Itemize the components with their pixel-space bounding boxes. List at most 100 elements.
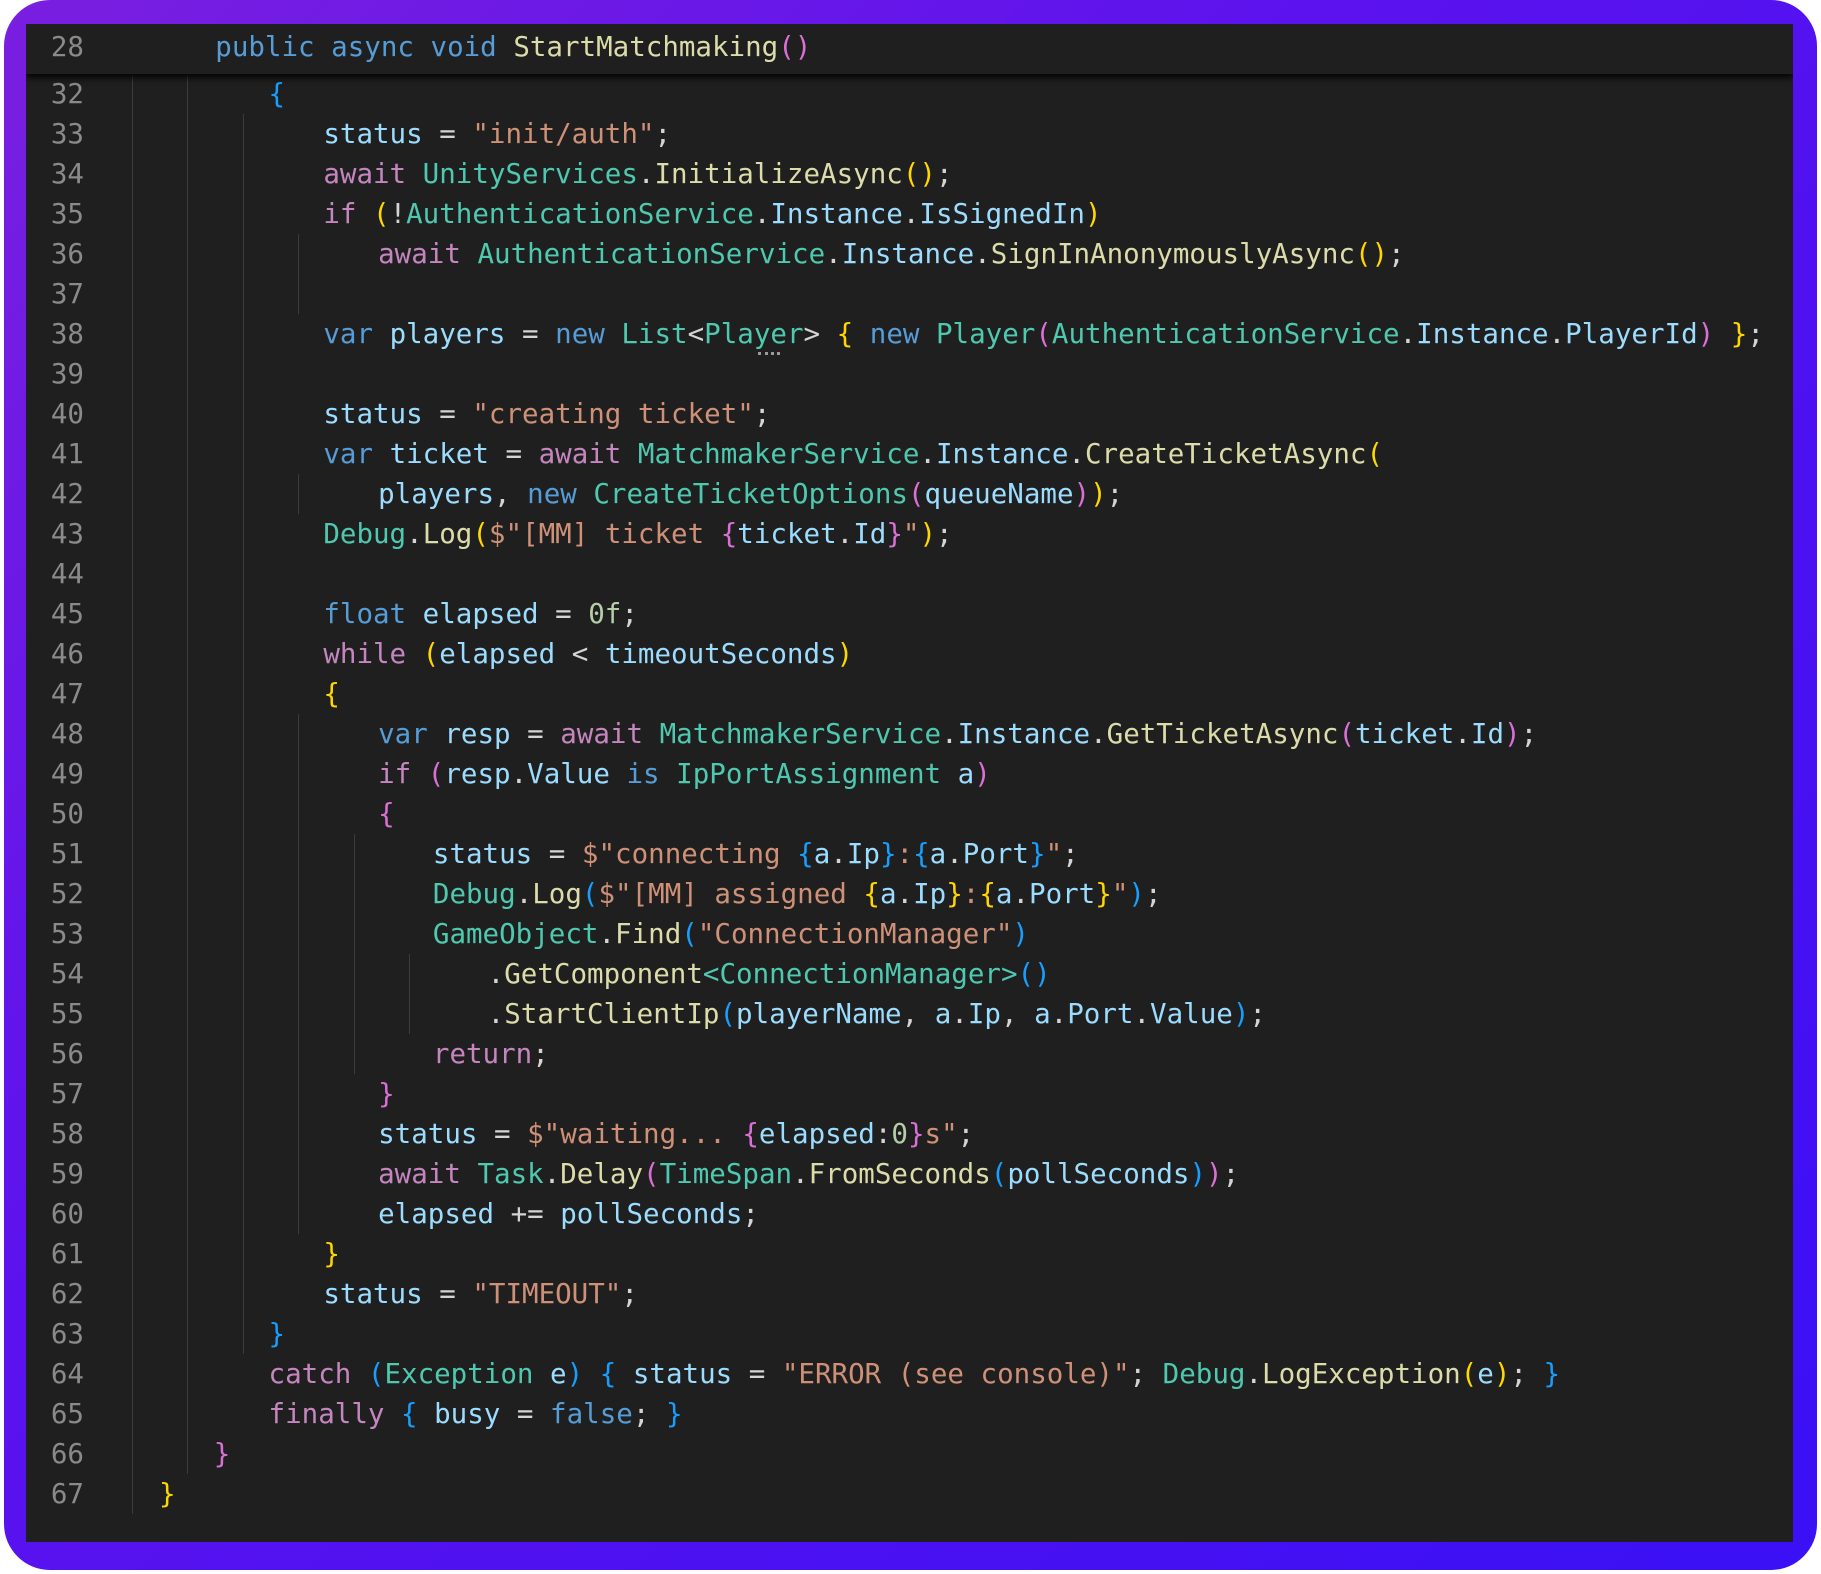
code-line[interactable]: 50 { <box>26 794 1793 834</box>
code-line[interactable]: 60 elapsed += pollSeconds; <box>26 1194 1793 1234</box>
line-number: 54 <box>50 958 84 990</box>
line-code: if (!AuthenticationService.Instance.IsSi… <box>323 194 1101 234</box>
code-line[interactable]: 52 Debug.Log($"[MM] assigned {a.Ip}:{a.Po… <box>26 874 1793 914</box>
code-token: a <box>929 838 947 870</box>
line-number: 32 <box>50 78 84 110</box>
code-token: ( <box>472 518 489 550</box>
code-line[interactable]: 36 await AuthenticationService.Instance.S… <box>26 234 1793 274</box>
code-editor[interactable]: 28 public async void StartMatchmaking() 3… <box>26 24 1793 1542</box>
code-token: new <box>527 478 594 510</box>
code-token: Ip <box>846 838 880 870</box>
code-token: , <box>901 998 935 1030</box>
code-line[interactable]: 33 status = "init/auth"; <box>26 114 1793 154</box>
code-line[interactable]: 61} <box>26 1234 1793 1274</box>
warning-squiggle[interactable] <box>758 346 780 355</box>
code-token: Id <box>1470 718 1505 750</box>
code-line[interactable]: 41 var ticket = await MatchmakerService.I… <box>26 434 1793 474</box>
line-number: 34 <box>50 158 84 190</box>
code-line[interactable]: 66} <box>26 1434 1793 1474</box>
sticky-scroll-header[interactable]: 28 public async void StartMatchmaking() <box>26 24 1793 74</box>
code-token: : <box>874 1118 892 1150</box>
code-token: await <box>378 1158 478 1190</box>
code-line[interactable]: 59 await Task.Delay(TimeSpan.FromSeconds(… <box>26 1154 1793 1194</box>
code-line[interactable]: 51 status = $"connecting {a.Ip}:{a.Port}"… <box>26 834 1793 874</box>
code-token: = <box>732 1358 782 1390</box>
code-line[interactable]: 40 status = "creating ticket"; <box>26 394 1793 434</box>
code-line[interactable]: 55 .StartClientIp(playerName, a.Ip, a.Por… <box>26 994 1793 1034</box>
code-token: < <box>555 638 605 670</box>
code-line[interactable]: 67} <box>26 1474 1793 1514</box>
code-line[interactable]: 45 float elapsed = 0f; <box>26 594 1793 634</box>
code-line[interactable]: 46 while (elapsed < timeoutSeconds) <box>26 634 1793 674</box>
sticky-code[interactable]: public async void StartMatchmaking() <box>215 27 811 67</box>
code-line[interactable]: 62 status = "TIMEOUT"; <box>26 1274 1793 1314</box>
line-number: 51 <box>50 838 84 870</box>
code-token: Instance <box>935 438 1069 470</box>
code-token: } <box>323 1238 340 1270</box>
code-token: SignInAnonymouslyAsync <box>990 238 1355 270</box>
code-token: ticket <box>1355 718 1455 750</box>
line-number: 67 <box>50 1478 84 1510</box>
code-token: catch <box>268 1358 368 1390</box>
code-line[interactable]: 39 <box>26 354 1793 394</box>
code-token: ) <box>1206 1158 1223 1190</box>
line-code: .StartClientIp(playerName, a.Ip, a.Port.… <box>488 994 1266 1034</box>
code-line[interactable]: 43 Debug.Log($"[MM] ticket {ticket.Id}"); <box>26 514 1793 554</box>
code-token: , <box>1000 998 1035 1030</box>
code-token: . <box>1245 1358 1263 1390</box>
code-token: } <box>665 1398 683 1430</box>
code-token: TimeSpan <box>659 1158 793 1190</box>
code-token: . <box>1133 998 1151 1030</box>
line-code: status = "creating ticket"; <box>323 394 770 434</box>
line-code: } <box>214 1434 231 1474</box>
code-line[interactable]: 38 var players = new List<Player> { new P… <box>26 314 1793 354</box>
code-line[interactable]: 64 catch (Exception e) { status = "ERROR … <box>26 1354 1793 1394</box>
code-line[interactable]: 53 GameObject.Find("ConnectionManager") <box>26 914 1793 954</box>
sticky-line-number: 28 <box>50 31 84 63</box>
code-line[interactable]: 37 <box>26 274 1793 314</box>
code-line[interactable]: 65 finally { busy = false; } <box>26 1394 1793 1434</box>
code-line[interactable]: 47 { <box>26 674 1793 714</box>
code-line[interactable]: 57} <box>26 1074 1793 1114</box>
line-code: catch (Exception e) { status = "ERROR (s… <box>269 1354 1561 1394</box>
code-token: a <box>995 878 1013 910</box>
code-token: = <box>422 1278 473 1310</box>
code-token: Find <box>615 918 682 950</box>
code-token: > <box>803 318 821 350</box>
code-line[interactable]: 34 await UnityServices.InitializeAsync(); <box>26 154 1793 194</box>
code-line[interactable]: 32 { <box>26 74 1793 114</box>
code-token: var <box>323 318 390 350</box>
line-code: var ticket = await MatchmakerService.Ins… <box>323 434 1383 474</box>
code-token: . <box>637 158 655 190</box>
code-line[interactable]: 35 if (!AuthenticationService.Instance.Is… <box>26 194 1793 234</box>
code-line[interactable]: 49 if (resp.Value is IpPortAssignment a) <box>26 754 1793 794</box>
code-token: . <box>487 958 505 990</box>
code-token: await <box>378 238 478 270</box>
code-token: busy <box>434 1398 501 1430</box>
line-number: 45 <box>50 598 84 630</box>
code-token: elapsed <box>378 1198 495 1230</box>
code-token: . <box>941 718 958 750</box>
line-code: elapsed += pollSeconds; <box>378 1194 759 1234</box>
code-token: Log <box>422 518 473 550</box>
code-token: } <box>946 878 963 910</box>
code-token: Debug <box>432 878 516 910</box>
code-token: . <box>1548 318 1566 350</box>
code-line[interactable]: 54 .GetComponent<ConnectionManager>() <box>26 954 1793 994</box>
code-line[interactable]: 44 <box>26 554 1793 594</box>
line-number: 48 <box>50 718 84 750</box>
code-token: Value <box>527 758 610 790</box>
code-token: . <box>792 1158 809 1190</box>
code-token: "init/auth" <box>472 118 655 150</box>
code-token: } <box>1730 318 1748 350</box>
code-token: LogException <box>1262 1358 1461 1390</box>
line-code: { <box>378 794 395 834</box>
code-token: . <box>1399 318 1417 350</box>
code-line[interactable]: 58 status = $"waiting... {elapsed:0}s"; <box>26 1114 1793 1154</box>
code-line[interactable]: 56 return; <box>26 1034 1793 1074</box>
code-line[interactable]: 42 players, new CreateTicketOptions(queue… <box>26 474 1793 514</box>
line-number: 58 <box>50 1118 84 1150</box>
code-line[interactable]: 63} <box>26 1314 1793 1354</box>
code-token: ConnectionManager <box>719 958 1001 990</box>
code-line[interactable]: 48 var resp = await MatchmakerService.Ins… <box>26 714 1793 754</box>
